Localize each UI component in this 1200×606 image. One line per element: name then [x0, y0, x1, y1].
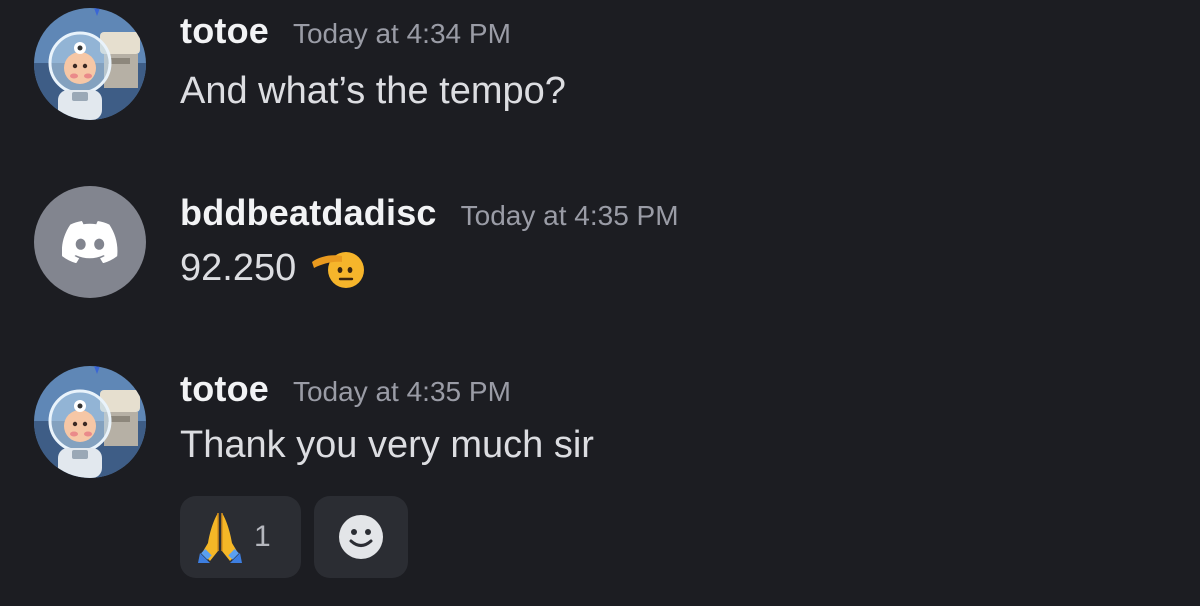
message-text: And what’s the tempo?: [180, 70, 566, 113]
username[interactable]: totoe: [180, 10, 269, 52]
message-text-content: 92.250: [180, 246, 297, 289]
reaction-count: 1: [254, 520, 271, 553]
avatar[interactable]: [34, 8, 146, 120]
astronaut-avatar-icon: [34, 366, 146, 478]
message-text-content: And what’s the tempo?: [180, 70, 566, 112]
reactions-bar: 1: [180, 496, 408, 578]
astronaut-avatar-icon: [34, 8, 146, 120]
username[interactable]: bddbeatdadisc: [180, 192, 437, 234]
avatar[interactable]: [34, 366, 146, 478]
message-text-content: Thank you very much sir: [180, 424, 594, 466]
timestamp[interactable]: Today at 4:35 PM: [293, 376, 511, 408]
username[interactable]: totoe: [180, 368, 269, 410]
add-reaction-smiley-icon: [339, 515, 383, 559]
reaction-pray-button[interactable]: 1: [180, 496, 301, 578]
saluting-face-emoji-icon: [312, 252, 365, 288]
message-header: bddbeatdadisc Today at 4:35 PM: [180, 192, 679, 234]
chat-messages: totoe Today at 4:34 PM And what’s the te…: [0, 0, 1200, 606]
timestamp[interactable]: Today at 4:34 PM: [293, 18, 511, 50]
discord-logo-icon: [62, 221, 118, 263]
message-text: Thank you very much sir: [180, 424, 594, 467]
add-reaction-button[interactable]: [314, 496, 408, 578]
message-header: totoe Today at 4:34 PM: [180, 10, 511, 52]
folded-hands-emoji-icon: [198, 513, 242, 563]
message-text: 92.250: [180, 246, 365, 290]
avatar[interactable]: [34, 186, 146, 298]
message-header: totoe Today at 4:35 PM: [180, 368, 511, 410]
timestamp[interactable]: Today at 4:35 PM: [461, 200, 679, 232]
